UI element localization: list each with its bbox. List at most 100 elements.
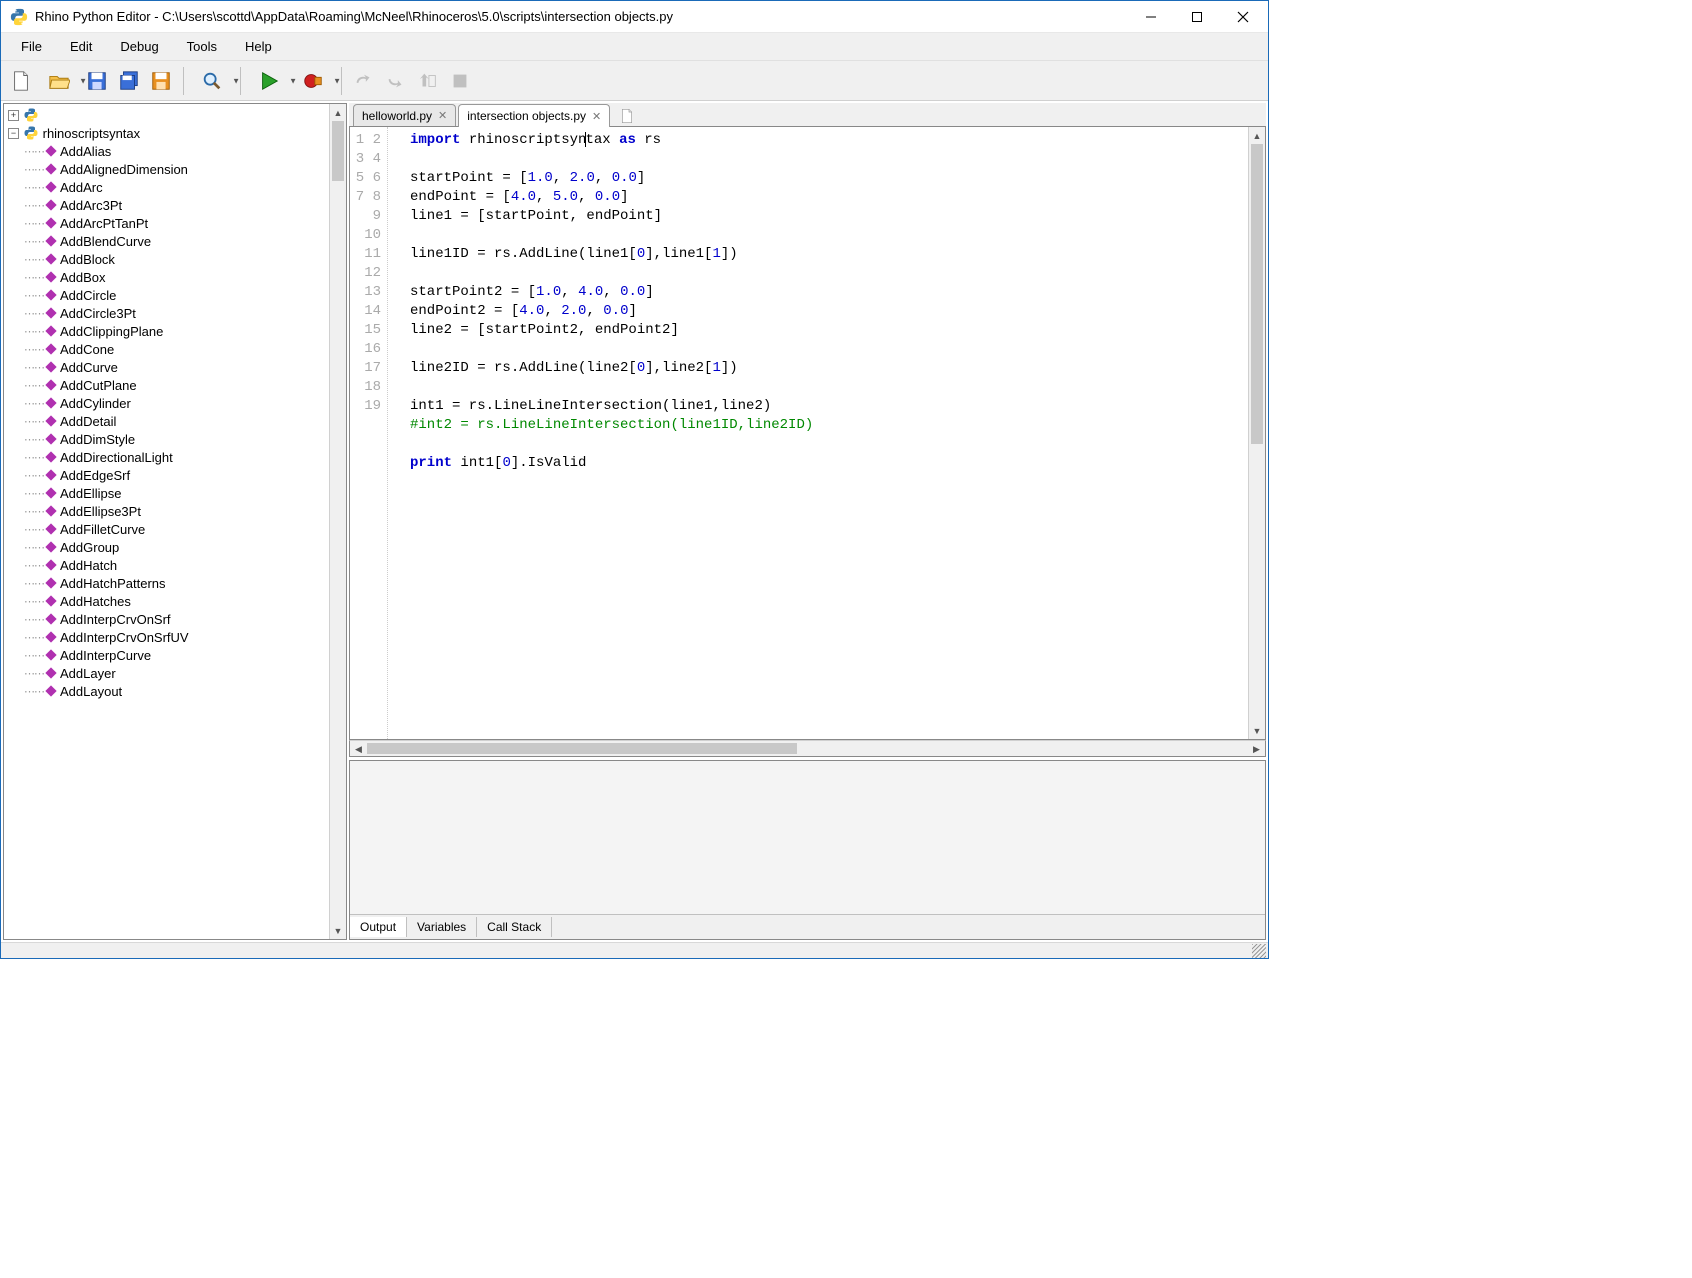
editor-scrollbar-h[interactable]: ◀ ▶ xyxy=(349,740,1266,757)
editor-tab[interactable]: intersection objects.py ✕ xyxy=(458,104,610,127)
code-content[interactable]: import rhinoscriptsyntax as rs startPoin… xyxy=(388,127,1248,739)
code-editor[interactable]: 1 2 3 4 5 6 7 8 9 10 11 12 13 14 15 16 1… xyxy=(349,127,1266,740)
method-icon xyxy=(45,613,56,624)
output-panel: OutputVariablesCall Stack xyxy=(349,760,1266,940)
resize-grip[interactable] xyxy=(1252,944,1266,958)
tree-method[interactable]: ⋯⋯AddHatch xyxy=(4,556,329,574)
output-body[interactable] xyxy=(350,761,1265,914)
tree-node-rhinoscriptsyntax[interactable]: − rhinoscriptsyntax xyxy=(4,124,329,142)
method-icon xyxy=(45,667,56,678)
editor-scrollbar-v[interactable]: ▲ ▼ xyxy=(1248,127,1265,739)
scroll-down-icon[interactable]: ▼ xyxy=(1249,722,1265,739)
tree-method[interactable]: ⋯⋯AddCircle xyxy=(4,286,329,304)
tree-method[interactable]: ⋯⋯AddInterpCrvOnSrfUV xyxy=(4,628,329,646)
search-button[interactable]: ▼ xyxy=(192,67,232,95)
output-tab[interactable]: Output xyxy=(350,917,407,937)
tree-method[interactable]: ⋯⋯AddAlias xyxy=(4,142,329,160)
tree-method[interactable]: ⋯⋯AddClippingPlane xyxy=(4,322,329,340)
step-into-button[interactable] xyxy=(382,67,410,95)
tree-method[interactable]: ⋯⋯AddGroup xyxy=(4,538,329,556)
editor-tabs: helloworld.py ✕ intersection objects.py ✕ xyxy=(349,103,1266,127)
tree-method[interactable]: ⋯⋯AddArcPtTanPt xyxy=(4,214,329,232)
scroll-up-icon[interactable]: ▲ xyxy=(330,104,346,121)
output-tab[interactable]: Variables xyxy=(407,917,477,937)
tree-method[interactable]: ⋯⋯AddCone xyxy=(4,340,329,358)
module-tree[interactable]: + − rhinoscriptsyntax⋯⋯AddAlias⋯⋯AddAlig… xyxy=(4,104,329,939)
titlebar: Rhino Python Editor - C:\Users\scottd\Ap… xyxy=(1,1,1268,33)
scroll-thumb[interactable] xyxy=(1251,144,1263,444)
tree-method[interactable]: ⋯⋯AddDetail xyxy=(4,412,329,430)
tree-method[interactable]: ⋯⋯AddLayout xyxy=(4,682,329,700)
tree-method[interactable]: ⋯⋯AddCutPlane xyxy=(4,376,329,394)
tree-method[interactable]: ⋯⋯AddEllipse3Pt xyxy=(4,502,329,520)
menubar: File Edit Debug Tools Help xyxy=(1,33,1268,60)
stop-button[interactable] xyxy=(446,67,474,95)
menu-tools[interactable]: Tools xyxy=(175,35,229,58)
tree-method[interactable]: ⋯⋯AddCylinder xyxy=(4,394,329,412)
expand-icon[interactable]: + xyxy=(8,110,19,121)
scroll-down-icon[interactable]: ▼ xyxy=(330,922,346,939)
new-file-button[interactable] xyxy=(7,67,35,95)
menu-debug[interactable]: Debug xyxy=(108,35,170,58)
scroll-up-icon[interactable]: ▲ xyxy=(1249,127,1265,144)
tree-method[interactable]: ⋯⋯AddArc xyxy=(4,178,329,196)
save-as-button[interactable] xyxy=(147,67,175,95)
menu-edit[interactable]: Edit xyxy=(58,35,104,58)
tree-method[interactable]: ⋯⋯AddInterpCurve xyxy=(4,646,329,664)
tree-node-python[interactable]: + xyxy=(4,106,329,124)
scroll-thumb[interactable] xyxy=(367,743,797,754)
toolbar: ▼ ▼ ▼ ▼ xyxy=(1,60,1268,100)
tree-method[interactable]: ⋯⋯AddDimStyle xyxy=(4,430,329,448)
tree-method[interactable]: ⋯⋯AddLayer xyxy=(4,664,329,682)
editor-tab[interactable]: helloworld.py ✕ xyxy=(353,104,456,126)
tab-label: intersection objects.py xyxy=(467,109,586,123)
tree-method[interactable]: ⋯⋯AddCurve xyxy=(4,358,329,376)
save-all-button[interactable] xyxy=(115,67,143,95)
tree-method[interactable]: ⋯⋯AddAlignedDimension xyxy=(4,160,329,178)
tree-method[interactable]: ⋯⋯AddDirectionalLight xyxy=(4,448,329,466)
tree-method[interactable]: ⋯⋯AddHatchPatterns xyxy=(4,574,329,592)
scroll-left-icon[interactable]: ◀ xyxy=(350,741,367,758)
sidebar: + − rhinoscriptsyntax⋯⋯AddAlias⋯⋯AddAlig… xyxy=(3,103,347,940)
sidebar-scrollbar[interactable]: ▲ ▼ xyxy=(329,104,346,939)
close-icon[interactable]: ✕ xyxy=(592,110,601,123)
method-icon xyxy=(45,289,56,300)
method-icon xyxy=(45,253,56,264)
tree-method[interactable]: ⋯⋯AddArc3Pt xyxy=(4,196,329,214)
open-file-button[interactable]: ▼ xyxy=(39,67,79,95)
method-icon xyxy=(45,379,56,390)
tree-method[interactable]: ⋯⋯AddInterpCrvOnSrf xyxy=(4,610,329,628)
step-over-button[interactable] xyxy=(350,67,378,95)
tree-method[interactable]: ⋯⋯AddEdgeSrf xyxy=(4,466,329,484)
output-tab[interactable]: Call Stack xyxy=(477,917,552,937)
step-out-button[interactable] xyxy=(414,67,442,95)
line-gutter: 1 2 3 4 5 6 7 8 9 10 11 12 13 14 15 16 1… xyxy=(350,127,388,739)
tree-method[interactable]: ⋯⋯AddBox xyxy=(4,268,329,286)
minimize-button[interactable] xyxy=(1128,2,1174,32)
tree-method[interactable]: ⋯⋯AddCircle3Pt xyxy=(4,304,329,322)
method-icon xyxy=(45,577,56,588)
method-icon xyxy=(45,631,56,642)
scroll-right-icon[interactable]: ▶ xyxy=(1248,741,1265,758)
breakpoint-button[interactable]: ▼ xyxy=(293,67,333,95)
save-button[interactable] xyxy=(83,67,111,95)
method-icon xyxy=(45,145,56,156)
maximize-button[interactable] xyxy=(1174,2,1220,32)
menu-help[interactable]: Help xyxy=(233,35,284,58)
new-tab-button[interactable] xyxy=(616,106,638,126)
output-tabs: OutputVariablesCall Stack xyxy=(350,914,1265,939)
tree-method[interactable]: ⋯⋯AddBlock xyxy=(4,250,329,268)
tab-label: helloworld.py xyxy=(362,109,432,123)
method-icon xyxy=(45,487,56,498)
menu-file[interactable]: File xyxy=(9,35,54,58)
method-icon xyxy=(45,523,56,534)
tree-method[interactable]: ⋯⋯AddEllipse xyxy=(4,484,329,502)
tree-method[interactable]: ⋯⋯AddBlendCurve xyxy=(4,232,329,250)
close-button[interactable] xyxy=(1220,2,1266,32)
run-button[interactable]: ▼ xyxy=(249,67,289,95)
scroll-thumb[interactable] xyxy=(332,121,344,181)
tree-method[interactable]: ⋯⋯AddHatches xyxy=(4,592,329,610)
tree-method[interactable]: ⋯⋯AddFilletCurve xyxy=(4,520,329,538)
close-icon[interactable]: ✕ xyxy=(438,109,447,122)
collapse-icon[interactable]: − xyxy=(8,128,19,139)
